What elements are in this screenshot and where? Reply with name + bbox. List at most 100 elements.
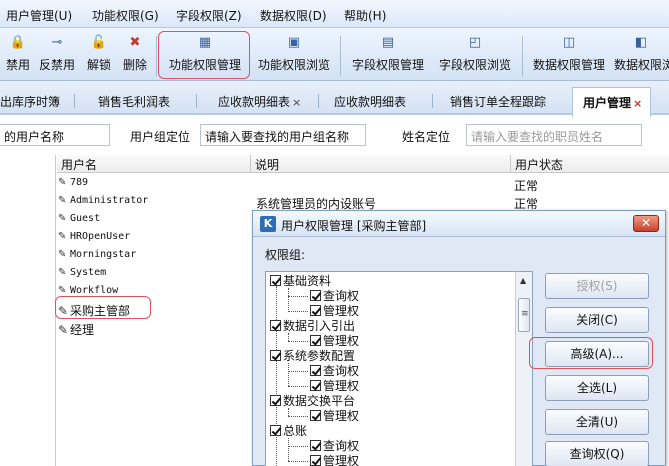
tab-close-icon[interactable]: × <box>292 96 301 109</box>
checkbox-checked-icon[interactable] <box>270 425 281 436</box>
tab-outbound-list[interactable]: 出库序时簿 <box>0 93 60 110</box>
toolbar-separator <box>156 36 157 76</box>
menu-data-permission[interactable]: 数据权限(D) <box>260 7 327 24</box>
checkbox-checked-icon[interactable] <box>310 410 321 421</box>
tab-user-management[interactable]: 用户管理 × <box>572 87 652 117</box>
checkbox-checked-icon[interactable] <box>310 380 321 391</box>
toolbar-data-browse-button[interactable]: ◧ 数据权限浏 <box>614 34 669 78</box>
table-row[interactable]: ✎ Morningstar <box>58 249 136 267</box>
tab-divider <box>74 94 75 108</box>
tree-scrollbar[interactable]: ▲ <box>515 271 533 466</box>
tab-close-icon[interactable]: × <box>633 97 642 110</box>
dialog-titlebar: K 用户权限管理 [采购主管部] ✕ <box>253 211 665 237</box>
toolbar-delete-button[interactable]: ✖ 删除 <box>118 34 152 78</box>
tree-connector <box>288 333 289 341</box>
grant-button[interactable]: 授权(S) <box>545 273 649 299</box>
column-header-description[interactable]: 说明 <box>251 155 510 173</box>
tree-node[interactable]: 总账 <box>270 424 307 439</box>
toolbar-enable-button[interactable]: ⊸ 反禁用 <box>36 34 78 78</box>
column-header-status[interactable]: 用户状态 <box>511 155 669 173</box>
menu-bar: 用户管理(U) 功能权限(G) 字段权限(Z) 数据权限(D) 帮助(H) <box>0 0 669 28</box>
toolbar-unlock-button[interactable]: 🔓 解锁 <box>84 34 114 78</box>
highlight-box <box>529 337 653 369</box>
app-icon: K <box>260 216 276 232</box>
toolbar: 🔒 禁用 ⊸ 反禁用 🔓 解锁 ✖ 删除 ▦ 功能权限管理 ▣ 功能权限浏览 ▤ 字段权限管理… <box>0 28 669 81</box>
tab-divider <box>196 94 197 108</box>
tree-node[interactable]: 管理权 <box>310 379 359 394</box>
user-icon: ✎ <box>58 249 67 260</box>
checkbox-checked-icon[interactable] <box>310 290 321 301</box>
menu-field-permission[interactable]: 字段权限(Z) <box>176 7 242 24</box>
select-all-button[interactable]: 全选(L) <box>545 375 649 401</box>
menu-help[interactable]: 帮助(H) <box>344 7 386 24</box>
tree-connector <box>288 438 289 461</box>
table-row[interactable]: ✎ 经理 <box>58 321 94 339</box>
close-icon[interactable]: ✕ <box>633 215 659 232</box>
tree-node[interactable]: 管理权 <box>310 454 359 466</box>
tab-sales-order-tracking[interactable]: 销售订单全程跟踪 <box>450 93 546 110</box>
user-icon: ✎ <box>58 285 67 296</box>
highlight-box <box>158 31 250 79</box>
group-search-input[interactable]: 请输入要查找的用户组名称 <box>200 124 366 146</box>
checkbox-checked-icon[interactable] <box>270 350 281 361</box>
checkbox-checked-icon[interactable] <box>310 440 321 451</box>
clear-all-button[interactable]: 全清(U) <box>545 409 649 435</box>
close-button[interactable]: 关闭(C) <box>545 307 649 333</box>
scroll-up-icon[interactable]: ▲ <box>520 276 526 285</box>
menu-user-management[interactable]: 用户管理(U) <box>6 7 72 24</box>
tree-node[interactable]: 系统参数配置 <box>270 349 355 364</box>
toolbar-data-permission-button[interactable]: ◫ 数据权限管理 <box>527 34 611 78</box>
toolbar-field-permission-button[interactable]: ▤ 字段权限管理 <box>346 34 430 78</box>
tree-node[interactable]: 数据引入引出 <box>270 319 355 334</box>
tab-receivable-detail-1[interactable]: 应收款明细表 × <box>218 93 301 110</box>
checkbox-checked-icon[interactable] <box>270 275 281 286</box>
toolbar-field-browse-button[interactable]: ◰ 字段权限浏览 <box>433 34 517 78</box>
table-row[interactable]: ✎ System <box>58 267 106 285</box>
dialog-title: 用户权限管理 [采购主管部] <box>281 219 427 233</box>
tree-node[interactable]: 数据交换平台 <box>270 394 355 409</box>
query-permission-button[interactable]: 查询权(Q) <box>545 441 649 466</box>
tree-connector <box>288 296 308 297</box>
tree-node[interactable]: 管理权 <box>310 334 359 349</box>
tree-node[interactable]: 基础资料 <box>270 274 331 289</box>
disable-icon: 🔒 <box>9 35 27 50</box>
tree-node[interactable]: 查询权 <box>310 364 359 379</box>
data-permission-icon: ◫ <box>562 35 576 50</box>
checkbox-checked-icon[interactable] <box>310 305 321 316</box>
checkbox-checked-icon[interactable] <box>310 455 321 466</box>
toolbar-disable-button[interactable]: 🔒 禁用 <box>4 34 32 78</box>
status-cell: 正常 <box>514 179 539 193</box>
toolbar-function-browse-button[interactable]: ▣ 功能权限浏览 <box>252 34 336 78</box>
checkbox-checked-icon[interactable] <box>270 320 281 331</box>
table-row[interactable]: ✎ HROpenUser <box>58 231 130 249</box>
tree-connector <box>288 371 308 372</box>
field-permission-icon: ▤ <box>381 35 395 50</box>
tab-receivable-detail-2[interactable]: 应收款明细表 <box>334 93 406 110</box>
tab-sales-profit[interactable]: 销售毛利润表 <box>98 93 170 110</box>
user-icon: ✎ <box>58 231 67 242</box>
tree-connector <box>288 288 289 312</box>
checkbox-checked-icon[interactable] <box>270 395 281 406</box>
tree-connector <box>288 416 308 417</box>
checkbox-checked-icon[interactable] <box>310 365 321 376</box>
table-row[interactable]: ✎ Guest <box>58 213 100 231</box>
tree-node[interactable]: 查询权 <box>310 439 359 454</box>
name-locate-label: 姓名定位 <box>402 130 451 144</box>
user-icon: ✎ <box>58 213 67 224</box>
name-search-input[interactable]: 请输入要查找的职员姓名 <box>466 124 642 146</box>
tree-node[interactable]: 管理权 <box>310 304 359 319</box>
tree-connector <box>288 386 308 387</box>
unlock-icon: 🔓 <box>90 35 108 50</box>
table-row[interactable]: ✎ Administrator <box>58 195 148 213</box>
tree-node[interactable]: 查询权 <box>310 289 359 304</box>
scroll-thumb[interactable] <box>518 298 530 332</box>
tree-node[interactable]: 管理权 <box>310 409 359 424</box>
column-header-username[interactable]: 用户名 <box>57 155 250 173</box>
menu-function-permission[interactable]: 功能权限(G) <box>92 7 159 24</box>
user-name-field[interactable]: 的用户名称 <box>0 124 110 146</box>
delete-icon: ✖ <box>129 35 141 50</box>
tab-divider <box>432 94 433 108</box>
checkbox-checked-icon[interactable] <box>310 335 321 346</box>
table-row[interactable]: ✎ 789 <box>58 177 88 195</box>
tree-connector <box>288 341 308 342</box>
